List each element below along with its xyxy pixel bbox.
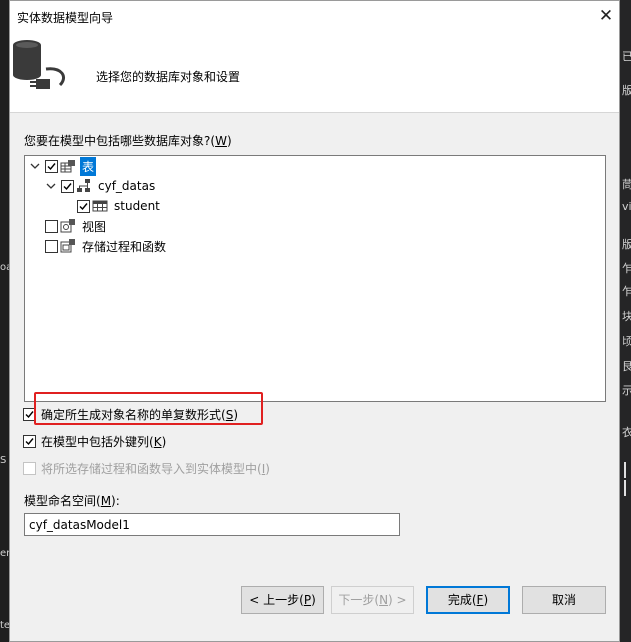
objects-question: 您要在模型中包括哪些数据库对象?(W): [24, 134, 232, 148]
tree-node-tables[interactable]: 表: [29, 156, 97, 176]
background-text: 已: [622, 50, 631, 63]
tree-node-procedures[interactable]: 存储过程和函数: [45, 236, 168, 256]
background-text: 乍: [622, 285, 631, 298]
table-group-icon: [60, 160, 75, 173]
header-subtitle: 选择您的数据库对象和设置: [96, 70, 241, 84]
background-text: er: [0, 548, 9, 559]
close-button[interactable]: ✕: [595, 5, 617, 27]
namespace-label: 模型命名空间(M):: [24, 494, 120, 508]
chevron-down-icon[interactable]: [29, 160, 41, 172]
chevron-down-icon[interactable]: [45, 180, 57, 192]
background-text: 块: [622, 310, 631, 323]
background-text: S: [0, 455, 7, 466]
tree-node-schema[interactable]: cyf_datas: [45, 176, 157, 196]
window-title: 实体数据模型向导: [17, 11, 114, 25]
tree-node-student[interactable]: student: [77, 196, 162, 216]
background-text: te: [0, 620, 9, 631]
background-text: 版: [622, 84, 631, 97]
tables-label[interactable]: 表: [80, 156, 97, 176]
procedures-label[interactable]: 存储过程和函数: [80, 237, 168, 256]
foreign-keys-label[interactable]: 在模型中包括外键列(K): [41, 433, 166, 450]
background-left-strip: oa S er te: [0, 0, 9, 642]
background-mark: [624, 462, 626, 478]
next-button: 下一步(N) >: [331, 586, 414, 614]
foreign-keys-option[interactable]: 在模型中包括外键列(K): [23, 432, 166, 450]
background-text: 乍: [622, 262, 631, 275]
procedures-checkbox[interactable]: [45, 239, 58, 253]
background-text: vi: [622, 200, 631, 213]
background-text: 版: [622, 238, 631, 251]
import-procs-checkbox: [23, 461, 36, 475]
foreign-keys-checkbox[interactable]: [23, 434, 36, 448]
cancel-button[interactable]: 取消: [522, 586, 606, 614]
annotation-highlight-box: [34, 392, 263, 425]
table-grid-icon: [92, 200, 108, 212]
import-procs-label: 将所选存储过程和函数导入到实体模型中(I): [41, 461, 270, 476]
background-right-strip: 已 版 茼 vi 版 乍 乍 块 顷 艮 示 衣: [620, 0, 631, 642]
wizard-header: 选择您的数据库对象和设置: [10, 31, 619, 113]
background-text: 艮: [622, 360, 631, 373]
background-text: 示: [622, 384, 631, 397]
view-icon: [60, 219, 75, 233]
background-mark: [624, 480, 626, 496]
schema-icon: [77, 179, 90, 192]
background-text: 顷: [622, 335, 631, 348]
import-procs-option: 将所选存储过程和函数导入到实体模型中(I): [23, 459, 270, 477]
database-plug-icon: [13, 40, 65, 89]
finish-button[interactable]: 完成(F): [426, 586, 510, 614]
schema-checkbox[interactable]: [61, 179, 74, 193]
title-bar: 实体数据模型向导 ✕: [10, 1, 619, 31]
stored-procedure-icon: [60, 239, 75, 253]
background-text: 衣: [622, 426, 631, 439]
views-checkbox[interactable]: [45, 219, 58, 233]
database-objects-tree[interactable]: 表 cyf_datas student 视图 存储过程和函数: [24, 155, 606, 402]
entity-data-model-wizard: 实体数据模型向导 ✕ 选择您的数据库对象和设置 您要在模型中包括哪些数据库对象?…: [9, 0, 620, 642]
background-text: oa: [0, 262, 9, 273]
views-label[interactable]: 视图: [80, 217, 108, 236]
student-label[interactable]: student: [112, 198, 162, 214]
tree-node-views[interactable]: 视图: [45, 216, 108, 236]
namespace-input[interactable]: [24, 513, 400, 536]
tables-checkbox[interactable]: [45, 159, 58, 173]
student-checkbox[interactable]: [77, 199, 90, 213]
background-text: 茼: [622, 178, 631, 191]
back-button[interactable]: < 上一步(P): [241, 586, 324, 614]
schema-label[interactable]: cyf_datas: [96, 178, 157, 194]
